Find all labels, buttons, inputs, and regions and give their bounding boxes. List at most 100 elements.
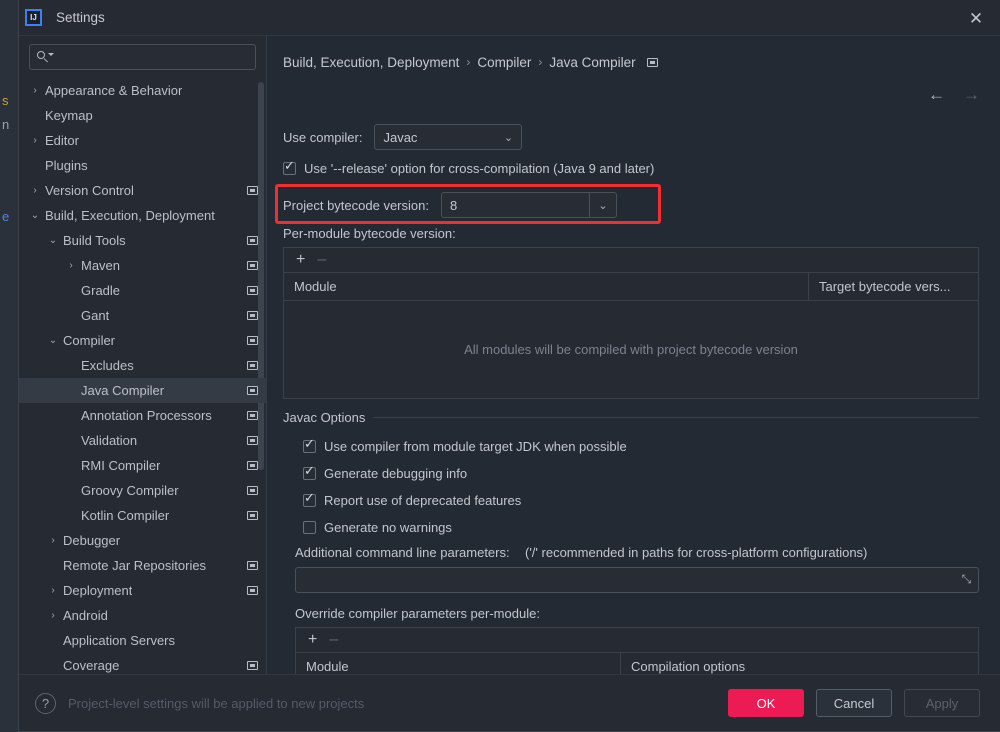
close-icon[interactable]: ✕	[966, 8, 986, 28]
search-box[interactable]	[29, 44, 256, 70]
sidebar-item-label: Compiler	[63, 333, 116, 348]
footer-buttons: OK Cancel Apply	[728, 689, 980, 717]
remove-override-button: –	[329, 631, 339, 648]
generate-no-warnings-checkbox[interactable]	[303, 521, 316, 534]
add-module-button[interactable]: +	[296, 252, 305, 268]
use-module-target-jdk-checkbox[interactable]	[303, 438, 316, 453]
chevron-down-icon[interactable]: ⌄	[47, 335, 59, 346]
dialog-body: › Appearance & Behavior Keymap › Editor Plugi…	[19, 36, 1000, 675]
javac-checkbox-label-2: Report use of deprecated features	[324, 493, 522, 508]
chevron-right-icon[interactable]: ›	[47, 610, 59, 621]
apply-button: Apply	[904, 689, 980, 717]
dialog-footer: ? Project-level settings will be applied…	[19, 675, 1000, 731]
sidebar-item-debugger[interactable]: › Debugger	[19, 528, 266, 553]
sidebar-item-label: Plugins	[45, 158, 88, 173]
sidebar-item-java-compiler[interactable]: Java Compiler	[19, 378, 266, 403]
sidebar-item-build-execution-deployment[interactable]: ⌄ Build, Execution, Deployment	[19, 203, 266, 228]
sidebar-item-coverage[interactable]: Coverage	[19, 653, 266, 674]
column-header-compilation-options[interactable]: Compilation options	[620, 653, 978, 674]
back-arrow-icon[interactable]: ←	[928, 86, 945, 103]
column-header-target-bytecode[interactable]: Target bytecode vers...	[808, 273, 978, 300]
footer-note: Project-level settings will be applied t…	[68, 695, 365, 711]
additional-params-input[interactable]: ⤢	[295, 567, 979, 593]
sidebar-item-label: Annotation Processors	[81, 408, 212, 423]
release-option-checkbox[interactable]	[283, 160, 296, 175]
cancel-button[interactable]: Cancel	[816, 689, 892, 717]
ok-button[interactable]: OK	[728, 689, 804, 717]
per-module-table-toolbar: + –	[284, 248, 978, 273]
sidebar-item-keymap[interactable]: Keymap	[19, 103, 266, 128]
sidebar-item-label: Java Compiler	[81, 383, 165, 398]
project-bytecode-value[interactable]: 8	[442, 193, 590, 217]
generate-debugging-info-checkbox[interactable]	[303, 465, 316, 480]
project-level-badge-icon	[247, 511, 258, 520]
sidebar-item-maven[interactable]: › Maven	[19, 253, 266, 278]
sidebar-item-label: Version Control	[45, 183, 134, 198]
sidebar-item-android[interactable]: › Android	[19, 603, 266, 628]
sidebar-item-deployment[interactable]: › Deployment	[19, 578, 266, 603]
chevron-down-icon[interactable]: ⌄	[590, 199, 616, 212]
settings-tree[interactable]: › Appearance & Behavior Keymap › Editor Plugi…	[19, 76, 266, 674]
override-params-table: + – Module Compilation options Additiona…	[295, 627, 979, 674]
expand-editor-icon[interactable]: ⤢	[962, 572, 972, 586]
sidebar-item-label: Appearance & Behavior	[45, 83, 183, 98]
forward-arrow-icon: →	[963, 85, 980, 104]
sidebar-item-label: Debugger	[63, 533, 121, 548]
sidebar-item-build-tools[interactable]: ⌄ Build Tools	[19, 228, 266, 253]
title-bar: IJ Settings ✕	[19, 0, 1000, 36]
sidebar-item-label: Android	[63, 608, 108, 623]
chevron-right-icon[interactable]: ›	[47, 585, 59, 596]
settings-window-root: s n e IJ Settings ✕ › Appearance & Behav…	[0, 0, 1000, 732]
sidebar-item-rmi-compiler[interactable]: RMI Compiler	[19, 453, 266, 478]
chevron-right-icon[interactable]: ›	[29, 185, 41, 196]
search-icon	[37, 50, 54, 64]
sidebar-item-label: Build, Execution, Deployment	[45, 208, 215, 223]
chevron-right-icon[interactable]: ›	[47, 535, 59, 546]
sidebar-item-gradle[interactable]: Gradle	[19, 278, 266, 303]
sidebar-item-plugins[interactable]: Plugins	[19, 153, 266, 178]
sidebar-item-label: Keymap	[45, 108, 93, 123]
sidebar-item-editor[interactable]: › Editor	[19, 128, 266, 153]
project-bytecode-version-select[interactable]: 8 ⌄	[440, 192, 617, 218]
sidebar-item-label: Remote Jar Repositories	[63, 558, 207, 573]
chevron-down-icon[interactable]: ⌄	[29, 210, 41, 221]
sidebar-item-excludes[interactable]: Excludes	[19, 353, 266, 378]
sidebar-item-groovy-compiler[interactable]: Groovy Compiler	[19, 478, 266, 503]
sidebar-item-annotation-processors[interactable]: Annotation Processors	[19, 403, 266, 428]
report-deprecated-checkbox[interactable]	[303, 492, 316, 507]
sidebar-item-label: Coverage	[63, 658, 120, 673]
release-option-row: Use '--release' option for cross-compila…	[283, 160, 654, 176]
project-bytecode-version-row: Project bytecode version: 8 ⌄	[283, 192, 617, 218]
sidebar-item-appearance-behavior[interactable]: › Appearance & Behavior	[19, 78, 266, 103]
project-level-badge-icon	[247, 586, 258, 595]
background-fragment-2: n	[2, 117, 10, 132]
sidebar-item-gant[interactable]: Gant	[19, 303, 266, 328]
sidebar-item-application-servers[interactable]: Application Servers	[19, 628, 266, 653]
sidebar-item-version-control[interactable]: › Version Control	[19, 178, 266, 203]
add-override-button[interactable]: +	[308, 632, 317, 648]
javac-checkbox-row-2: Report use of deprecated features	[303, 492, 522, 508]
chevron-right-icon[interactable]: ›	[29, 135, 41, 146]
project-level-badge-icon	[247, 186, 258, 195]
chevron-down-icon: ⌄	[503, 131, 514, 144]
chevron-right-icon[interactable]: ›	[65, 260, 77, 271]
search-input[interactable]	[55, 49, 248, 65]
chevron-down-icon[interactable]: ⌄	[47, 235, 59, 246]
javac-checkbox-label-0: Use compiler from module target JDK when…	[324, 439, 627, 454]
sidebar-item-kotlin-compiler[interactable]: Kotlin Compiler	[19, 503, 266, 528]
breadcrumb-part-1[interactable]: Compiler	[477, 55, 531, 70]
column-header-module[interactable]: Module	[284, 273, 808, 300]
settings-dialog: IJ Settings ✕ › Appearance & Behavior Ke…	[18, 0, 1000, 732]
use-compiler-row: Use compiler: Javac ⌄	[283, 124, 523, 150]
breadcrumb-separator-icon: ›	[466, 55, 471, 69]
column-header-module[interactable]: Module	[296, 653, 620, 674]
help-icon[interactable]: ?	[35, 692, 56, 714]
project-level-badge-icon	[247, 661, 258, 670]
section-divider	[373, 417, 979, 418]
sidebar-item-compiler[interactable]: ⌄ Compiler	[19, 328, 266, 353]
sidebar-item-validation[interactable]: Validation	[19, 428, 266, 453]
breadcrumb-part-0[interactable]: Build, Execution, Deployment	[283, 55, 459, 70]
sidebar-item-remote-jar-repositories[interactable]: Remote Jar Repositories	[19, 553, 266, 578]
use-compiler-select[interactable]: Javac ⌄	[374, 124, 523, 150]
chevron-right-icon[interactable]: ›	[29, 85, 41, 96]
